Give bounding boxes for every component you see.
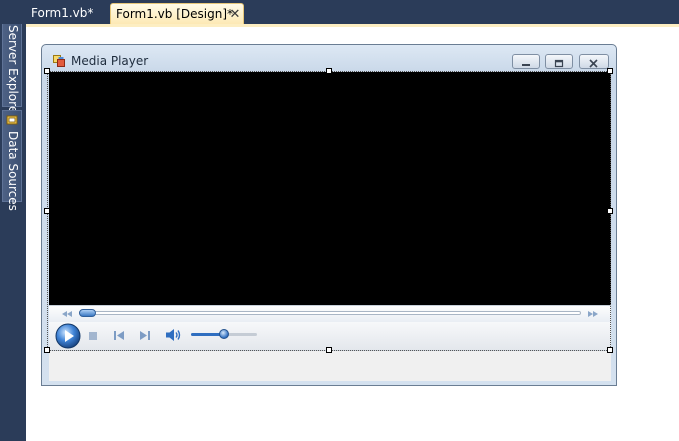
play-button[interactable] (55, 323, 81, 349)
data-sources-icon (6, 115, 18, 125)
volume-thumb[interactable] (219, 329, 229, 339)
resize-handle-nw[interactable] (44, 68, 50, 74)
seek-track[interactable] (79, 311, 581, 315)
tab-label: Form1.vb [Design]* (116, 7, 234, 21)
tool-window-strip: Server Explorer Data Sources (0, 0, 26, 441)
fast-forward-icon[interactable] (587, 310, 599, 318)
minimize-button[interactable] (512, 54, 540, 69)
document-tab-bar: Form1.vb* Form1.vb [Design]* ✕ (0, 0, 679, 24)
maximize-button[interactable] (545, 54, 573, 69)
server-explorer-label: Server Explorer (6, 25, 20, 119)
resize-handle-e[interactable] (607, 208, 613, 214)
close-tab-icon[interactable]: ✕ (228, 4, 242, 25)
resize-handle-ne[interactable] (607, 68, 613, 74)
form-window[interactable]: Media Player (41, 44, 617, 386)
tab-form1-vb[interactable]: Form1.vb* (24, 3, 110, 24)
form-icon (53, 55, 65, 67)
previous-icon[interactable] (113, 330, 125, 341)
resize-handle-sw[interactable] (44, 347, 50, 353)
close-button[interactable] (579, 54, 609, 69)
stop-icon[interactable] (88, 331, 98, 341)
next-icon[interactable] (139, 330, 151, 341)
data-sources-tab[interactable]: Data Sources (2, 110, 22, 211)
tab-label: Form1.vb* (31, 6, 94, 20)
resize-handle-n[interactable] (326, 68, 332, 74)
maximize-icon (554, 59, 564, 68)
resize-handle-w[interactable] (44, 208, 50, 214)
form-client-area[interactable] (49, 72, 611, 381)
seek-thumb[interactable] (79, 309, 96, 317)
form-title: Media Player (71, 54, 149, 68)
rewind-icon[interactable] (61, 310, 73, 318)
tab-form1-design[interactable]: Form1.vb [Design]* ✕ (110, 3, 244, 24)
resize-handle-se[interactable] (607, 347, 613, 353)
video-display[interactable] (49, 72, 611, 305)
seek-bar[interactable] (49, 305, 611, 322)
speaker-icon[interactable] (165, 328, 182, 342)
close-icon (589, 59, 598, 68)
data-sources-label: Data Sources (6, 131, 20, 211)
resize-handle-s[interactable] (326, 347, 332, 353)
minimize-icon (522, 64, 530, 66)
media-player-control[interactable] (49, 72, 611, 351)
